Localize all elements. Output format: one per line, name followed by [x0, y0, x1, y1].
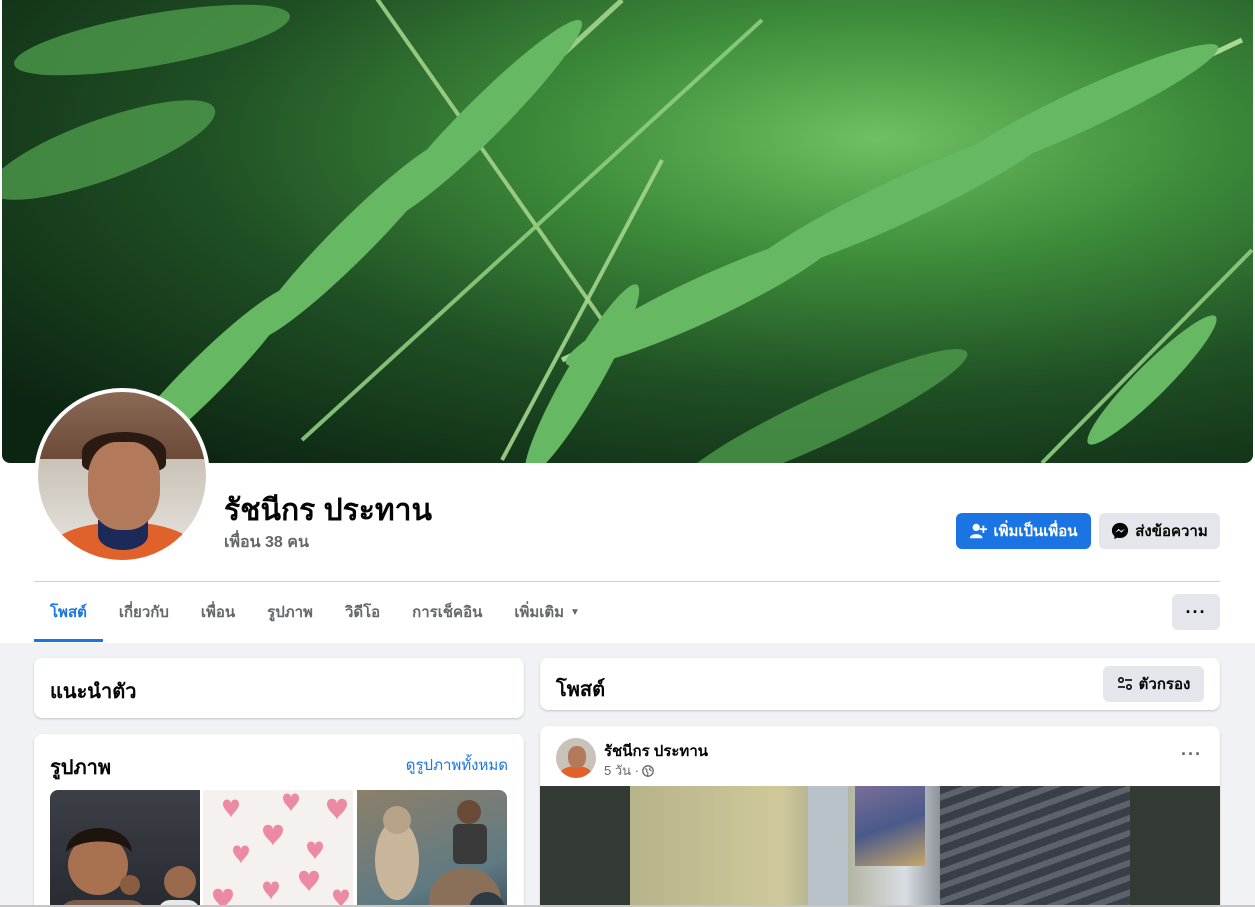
see-all-photos-link[interactable]: ดูรูปภาพทั้งหมด — [406, 753, 508, 777]
filter-label: ตัวกรอง — [1138, 676, 1191, 693]
caret-down-icon: ▼ — [570, 606, 580, 618]
avatar-image — [38, 392, 206, 560]
globe-icon — [642, 764, 654, 777]
send-message-label: ส่งข้อความ — [1135, 523, 1208, 540]
posts-title: โพสต์ — [556, 679, 606, 701]
filter-button[interactable]: ตัวกรอง — [1103, 666, 1204, 702]
friend-count[interactable]: เพื่อน 38 คน — [224, 530, 309, 555]
add-friend-label: เพิ่มเป็นเพื่อน — [993, 523, 1078, 540]
post-options-button[interactable]: ··· — [1181, 744, 1202, 765]
posts-header-card: โพสต์ ตัวกรอง — [540, 658, 1220, 710]
send-message-button[interactable]: ส่งข้อความ — [1099, 513, 1220, 549]
intro-title: แนะนำตัว — [50, 681, 137, 703]
profile-name: รัชนีกร ประทาน — [224, 494, 432, 527]
filter-icon — [1117, 676, 1132, 691]
tab-friends[interactable]: เพื่อน — [185, 582, 251, 642]
post-card: รัชนีกร ประทาน 5 วัน · ··· — [540, 726, 1220, 907]
add-friend-icon — [970, 523, 988, 539]
profile-more-button[interactable]: ··· — [1172, 594, 1220, 630]
tab-more[interactable]: เพิ่มเติม ▼ — [498, 582, 596, 642]
tab-about[interactable]: เกี่ยวกับ — [103, 582, 185, 642]
profile-avatar[interactable] — [34, 388, 210, 564]
photo-thumbnail[interactable] — [357, 790, 507, 907]
photo-thumbnail[interactable] — [50, 790, 200, 907]
post-image[interactable] — [540, 786, 1220, 907]
profile-tabs: โพสต์ เกี่ยวกับ เพื่อน รูปภาพ วิดีโอ การ… — [34, 582, 596, 642]
photo-thumbnail[interactable] — [203, 790, 353, 907]
intro-card: แนะนำตัว — [34, 658, 524, 718]
cover-photo[interactable] — [2, 0, 1253, 463]
fern-leaves — [2, 0, 1253, 463]
photos-card: รูปภาพ ดูรูปภาพทั้งหมด — [34, 734, 524, 907]
post-time[interactable]: 5 วัน · — [604, 760, 639, 781]
add-friend-button[interactable]: เพิ่มเป็นเพื่อน — [956, 513, 1091, 549]
photos-title: รูปภาพ — [50, 757, 112, 779]
tab-posts[interactable]: โพสต์ — [34, 582, 103, 642]
tab-checkins[interactable]: การเช็คอิน — [396, 582, 498, 642]
profile-header: รัชนีกร ประทาน เพื่อน 38 คน เพิ่มเป็นเพื… — [0, 0, 1255, 643]
post-author-avatar[interactable] — [556, 738, 596, 778]
messenger-icon — [1112, 522, 1129, 540]
tab-photos[interactable]: รูปภาพ — [251, 582, 329, 642]
post-meta: 5 วัน · — [604, 760, 654, 781]
tab-videos[interactable]: วิดีโอ — [329, 582, 396, 642]
